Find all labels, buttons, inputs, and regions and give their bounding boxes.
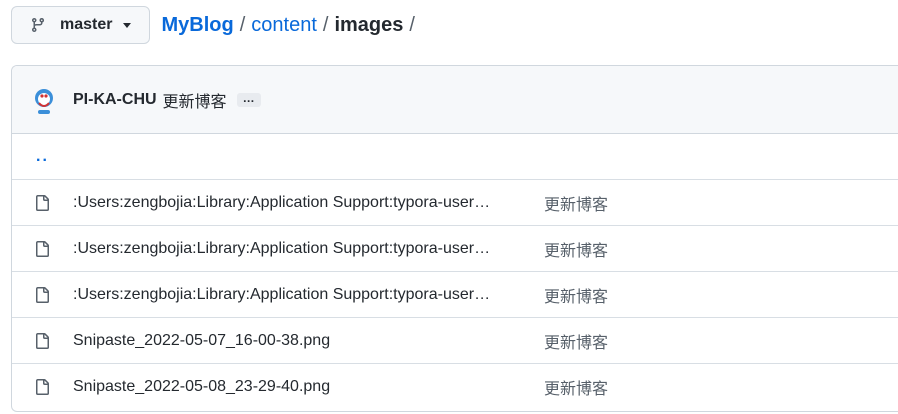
git-branch-icon — [30, 17, 46, 33]
file-commit-message-link[interactable]: 更新博客 — [544, 329, 608, 353]
file-commit-message-link[interactable]: 更新博客 — [544, 375, 608, 399]
file-icon — [34, 286, 50, 304]
file-icon — [34, 332, 50, 350]
file-row[interactable]: :Users:zengbojia:Library:Application Sup… — [12, 180, 898, 226]
breadcrumb-content-link[interactable]: content — [251, 14, 317, 37]
file-name-link[interactable]: Snipaste_2022-05-08_23-29-40.png — [73, 378, 523, 396]
parent-directory-link[interactable]: .. — [36, 148, 49, 166]
file-browser: PI-KA-CHU 更新博客 … .. :Users:zengbojia:Lib… — [11, 65, 898, 412]
parent-directory-row: .. — [12, 134, 898, 180]
file-row[interactable]: Snipaste_2022-05-07_16-00-38.png 更新博客 — [12, 318, 898, 364]
file-row[interactable]: :Users:zengbojia:Library:Application Sup… — [12, 226, 898, 272]
file-icon — [34, 240, 50, 258]
file-row[interactable]: :Users:zengbojia:Library:Application Sup… — [12, 272, 898, 318]
breadcrumb: MyBlog / content / images / — [161, 14, 420, 37]
breadcrumb-separator: / — [409, 13, 415, 36]
file-name-link[interactable]: :Users:zengbojia:Library:Application Sup… — [73, 286, 523, 304]
chevron-down-icon — [123, 22, 132, 28]
file-commit-message-link[interactable]: 更新博客 — [544, 191, 608, 215]
branch-label: master — [60, 16, 113, 33]
file-row[interactable]: Snipaste_2022-05-08_23-29-40.png 更新博客 — [12, 364, 898, 410]
breadcrumb-separator: / — [322, 13, 329, 36]
breadcrumb-repo-link[interactable]: MyBlog — [161, 14, 233, 37]
file-name-link[interactable]: Snipaste_2022-05-07_16-00-38.png — [73, 332, 523, 350]
toolbar: master MyBlog / content / images / — [11, 5, 421, 45]
avatar[interactable] — [32, 84, 56, 116]
breadcrumb-current: images — [334, 13, 404, 36]
breadcrumb-separator: / — [239, 13, 246, 36]
commit-expand-button[interactable]: … — [236, 92, 261, 107]
file-name-link[interactable]: :Users:zengbojia:Library:Application Sup… — [73, 194, 523, 212]
file-commit-message-link[interactable]: 更新博客 — [544, 237, 608, 261]
commit-author-link[interactable]: PI-KA-CHU — [73, 91, 157, 109]
file-name-link[interactable]: :Users:zengbojia:Library:Application Sup… — [73, 240, 523, 258]
file-icon — [34, 378, 50, 396]
latest-commit-bar: PI-KA-CHU 更新博客 … — [12, 66, 898, 134]
file-icon — [34, 194, 50, 212]
branch-select-button[interactable]: master — [11, 6, 151, 44]
commit-message-link[interactable]: 更新博客 — [163, 88, 227, 112]
file-commit-message-link[interactable]: 更新博客 — [544, 283, 608, 307]
